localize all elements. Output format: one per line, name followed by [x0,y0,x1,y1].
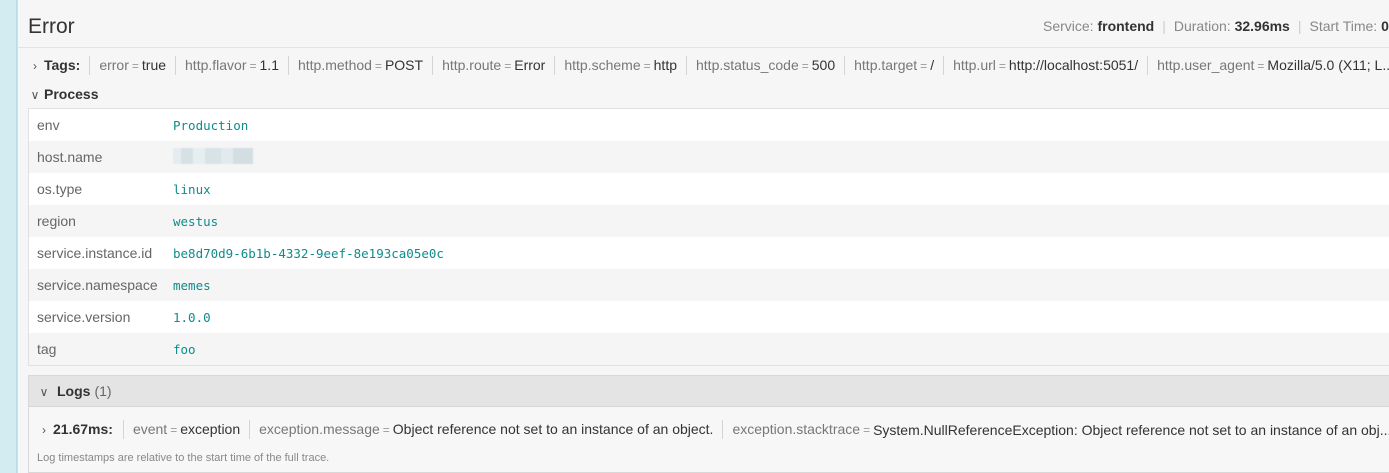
process-row: service.instance.id be8d70d9-6b1b-4332-9… [29,237,1389,269]
process-key: service.version [37,309,131,325]
span-header: Error Service: frontend | Duration: 32.96m… [18,0,1389,48]
process-label: Process [44,86,99,102]
process-row: host.name [29,141,1389,173]
tag-item: http.route = Error [432,56,554,75]
process-value: 1.0.0 [173,309,211,325]
process-row: env Production [29,109,1389,141]
logs-count: (1) [94,383,112,399]
process-value: foo [173,341,196,357]
process-key: env [37,117,60,133]
log-field: exception.message = Object reference not s… [249,420,722,439]
process-section-toggle[interactable]: ∨ Process [18,80,318,108]
tag-item: error = true [89,56,175,75]
tags-section-toggle[interactable]: › Tags: error = true http.flavor = 1.1 http.meth… [18,50,1389,80]
chevron-right-icon: › [42,423,46,437]
logs-note: Log timestamps are relative to the start… [37,452,330,464]
process-key: tag [37,341,57,357]
span-title: Error [28,15,75,38]
process-row: tag foo [29,333,1389,365]
tag-item: http.status_code = 500 [686,56,844,75]
log-field: exception.stacktrace = System.NullReferenc… [722,420,1389,439]
redacted-value [173,147,253,164]
process-value: be8d70d9-6b1b-4332-9eef-8e193ca05e0c [173,245,444,261]
process-value [173,147,253,167]
tag-item: http.flavor = 1.1 [175,56,288,75]
tag-item: http.method = POST [287,56,432,75]
tags-label: Tags: [44,57,81,73]
meta-start-time-value: 0p [1381,18,1389,34]
timeline-stripe [0,0,17,473]
logs-section-toggle[interactable]: ∨ Logs (1) [29,376,1389,407]
log-entry-toggle[interactable]: › 21.67ms: event = exception exception.messag… [29,407,1389,451]
meta-duration-value: 32.96ms [1234,18,1290,34]
process-value: linux [173,181,211,197]
meta-duration-label: Duration: [1173,18,1231,34]
process-key: region [37,213,76,229]
tag-item: http.url = http://localhost:5051/ [943,56,1147,75]
chevron-down-icon: ∨ [30,88,40,102]
process-value: westus [173,213,219,229]
process-key: host.name [37,149,103,165]
process-row: os.type linux [29,173,1389,205]
process-key: service.instance.id [37,245,153,261]
span-meta: Service: frontend | Duration: 32.96ms | Star… [1043,18,1389,34]
tag-item: http.user_agent = Mozilla/5.0 (X11; L... [1147,56,1389,75]
logs-section: ∨ Logs (1) › 21.67ms: event = exception excepti… [28,375,1389,473]
meta-service-value: frontend [1097,18,1155,34]
process-row: service.version 1.0.0 [29,301,1389,333]
process-row: region westus [29,205,1389,237]
process-value: Production [173,117,249,133]
process-table: env Production host.name os.type linux r… [28,108,1389,366]
span-detail-panel: Error Service: frontend | Duration: 32.96m… [17,0,1389,473]
logs-label: Logs [57,383,91,399]
meta-service-label: Service: [1043,18,1094,34]
log-timestamp: 21.67ms: [53,421,113,437]
chevron-down-icon: ∨ [39,385,49,399]
meta-start-time-label: Start Time: [1309,18,1378,34]
tag-item: http.scheme = http [554,56,686,75]
process-value: memes [173,277,211,293]
chevron-right-icon: › [33,59,37,73]
process-row: service.namespace memes [29,269,1389,301]
process-key: service.namespace [37,277,158,293]
tag-item: http.target = / [844,56,943,75]
log-field: event = exception [122,420,249,439]
process-key: os.type [37,181,83,197]
